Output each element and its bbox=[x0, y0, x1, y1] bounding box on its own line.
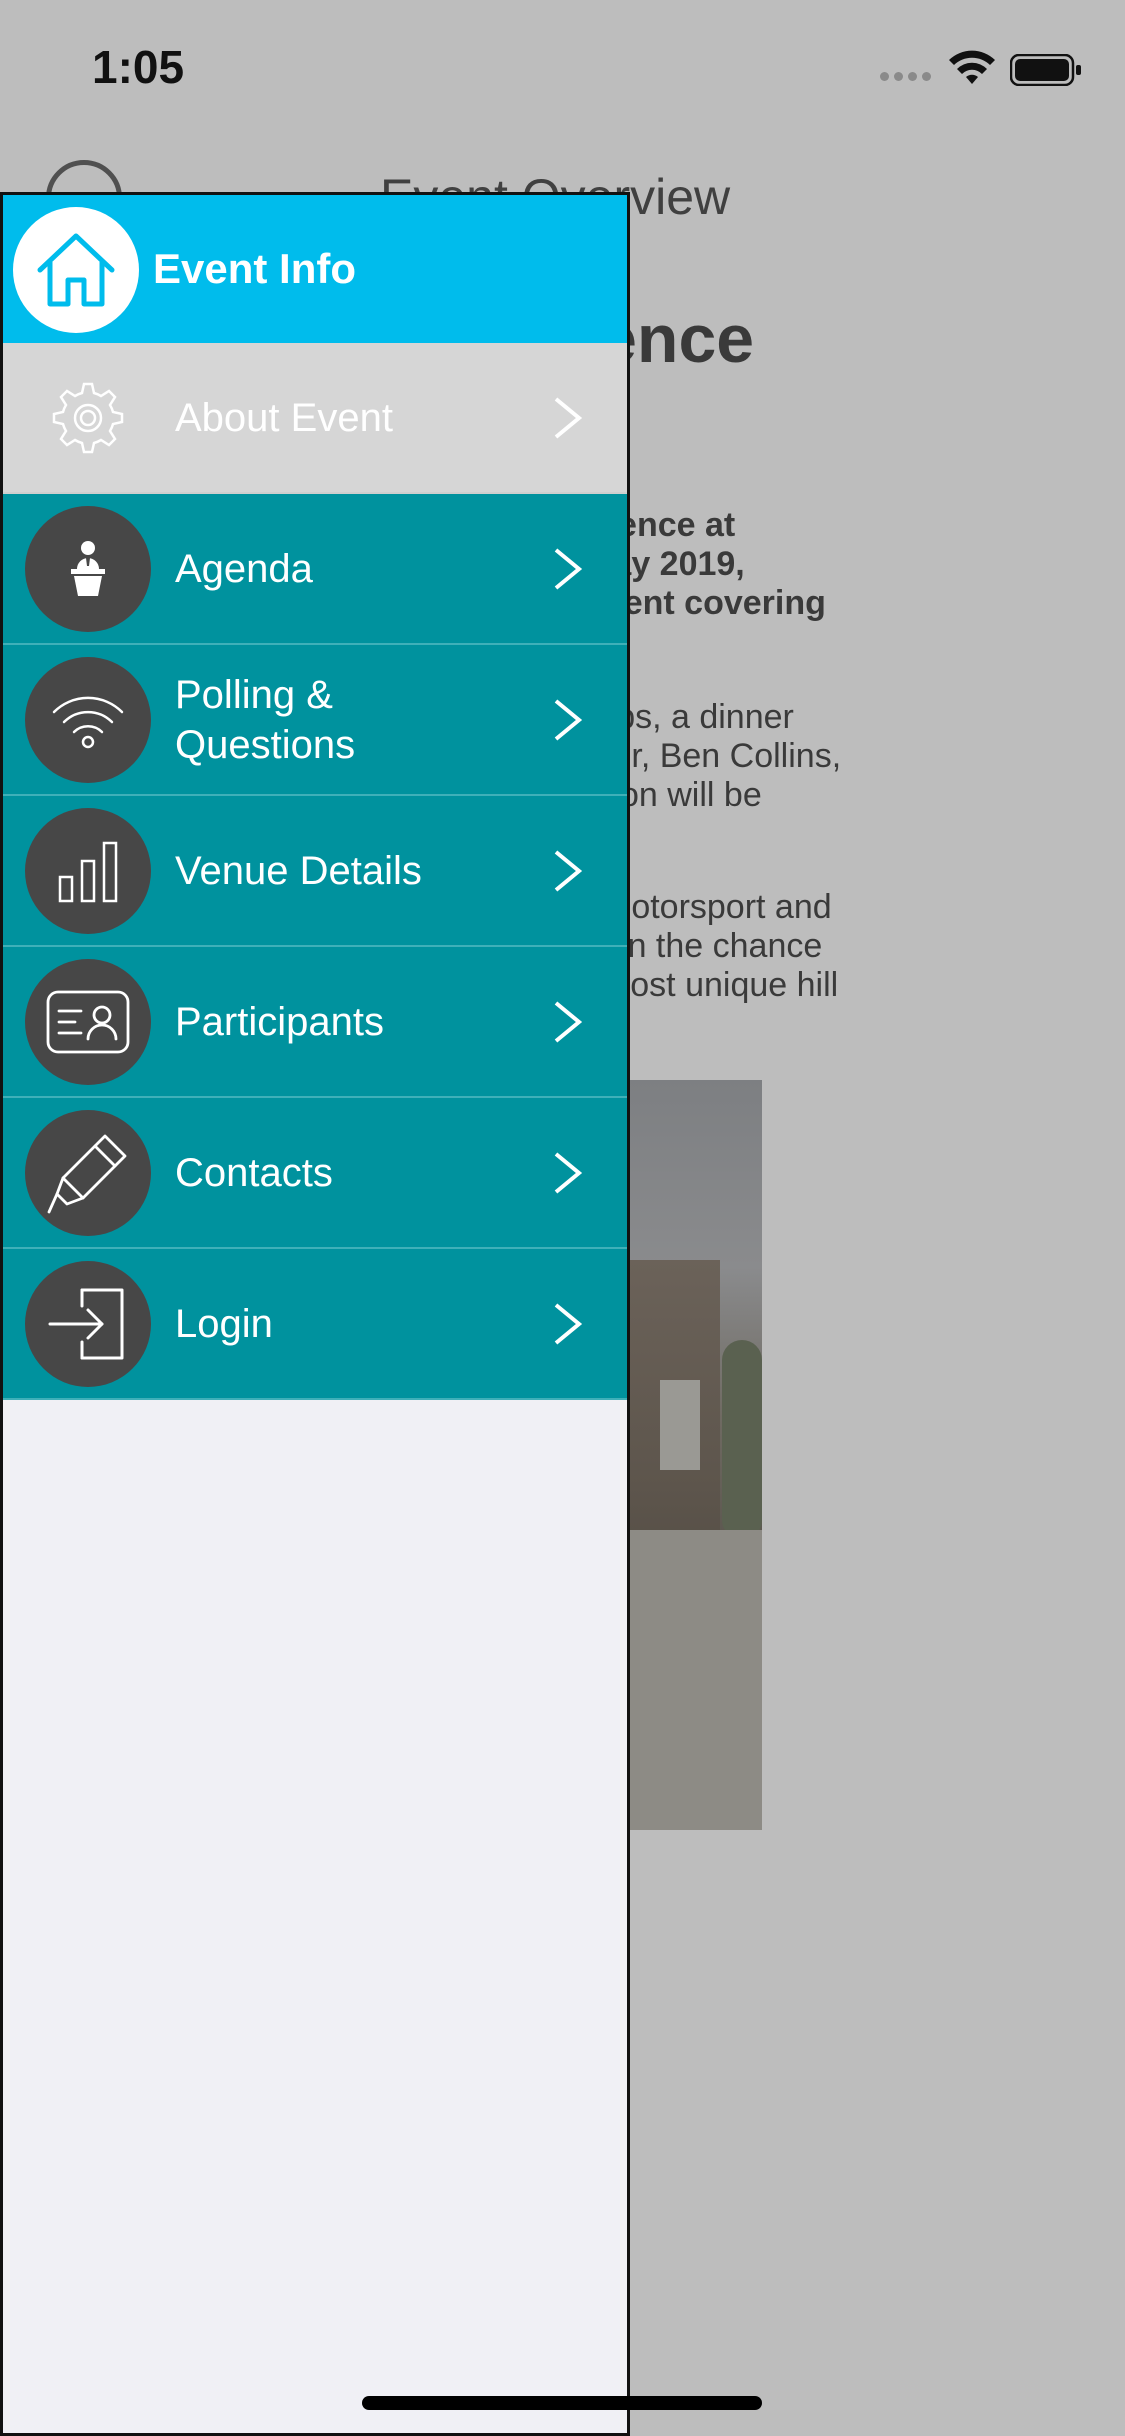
bar-chart-icon bbox=[25, 808, 151, 934]
cellular-signal-icon bbox=[880, 72, 932, 82]
wifi-icon bbox=[25, 657, 151, 783]
drawer-menu: About Event Agenda Polling & Questions V… bbox=[3, 343, 627, 1400]
chevron-right-icon bbox=[554, 1303, 583, 1345]
battery-icon bbox=[1010, 54, 1081, 86]
drawer-title: Event Info bbox=[153, 245, 357, 292]
speaker-podium-icon bbox=[25, 506, 151, 632]
chevron-right-icon bbox=[554, 699, 583, 741]
menu-item-agenda[interactable]: Agenda bbox=[3, 494, 627, 645]
menu-item-login[interactable]: Login bbox=[3, 1249, 627, 1400]
id-card-icon bbox=[25, 959, 151, 1085]
menu-item-label: Polling & Questions bbox=[175, 672, 356, 767]
navigation-drawer: Event Info About Event Agenda Polling & … bbox=[0, 192, 630, 2436]
menu-item-label: Agenda bbox=[175, 546, 313, 591]
menu-item-label: Venue Details bbox=[175, 848, 422, 893]
pen-icon bbox=[25, 1110, 151, 1236]
menu-item-about-event[interactable]: About Event bbox=[3, 343, 627, 494]
chevron-right-icon bbox=[554, 397, 583, 439]
menu-item-label: About Event bbox=[175, 395, 393, 440]
home-indicator[interactable] bbox=[362, 2396, 762, 2410]
drawer-header: Event Info bbox=[3, 195, 627, 343]
login-icon bbox=[25, 1261, 151, 1387]
status-bar: 1:05 bbox=[0, 0, 1125, 130]
chevron-right-icon bbox=[554, 1152, 583, 1194]
menu-item-polling-questions[interactable]: Polling & Questions bbox=[3, 645, 627, 796]
chevron-right-icon bbox=[554, 1001, 583, 1043]
menu-item-label: Participants bbox=[175, 999, 384, 1044]
menu-item-participants[interactable]: Participants bbox=[3, 947, 627, 1098]
menu-item-label: Contacts bbox=[175, 1150, 333, 1195]
wifi-status-icon bbox=[949, 50, 995, 84]
menu-item-venue-details[interactable]: Venue Details bbox=[3, 796, 627, 947]
chevron-right-icon bbox=[554, 850, 583, 892]
chevron-right-icon bbox=[554, 548, 583, 590]
menu-item-label: Login bbox=[175, 1301, 273, 1346]
gear-icon bbox=[25, 355, 151, 481]
status-time: 1:05 bbox=[92, 41, 185, 93]
menu-item-contacts[interactable]: Contacts bbox=[3, 1098, 627, 1249]
home-icon[interactable] bbox=[13, 207, 139, 333]
